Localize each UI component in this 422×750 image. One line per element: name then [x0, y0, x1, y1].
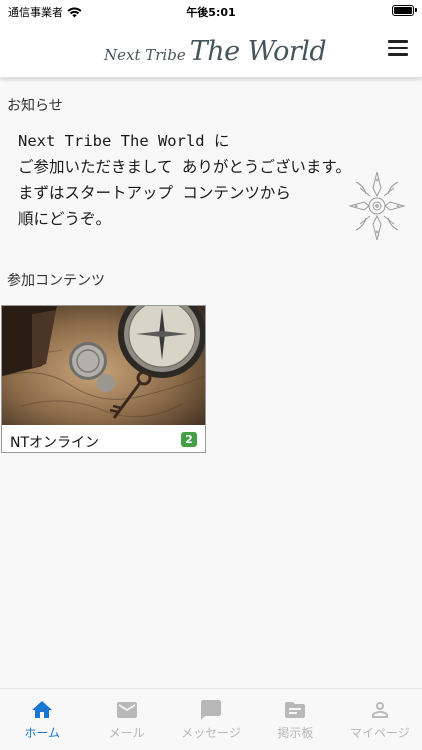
tab-home[interactable]: ホーム — [0, 689, 84, 750]
battery-icon — [392, 5, 417, 16]
tab-message[interactable]: メッセージ — [169, 689, 253, 750]
unread-count-badge: 2 — [181, 432, 197, 447]
card-thumbnail-image — [2, 306, 205, 425]
folder-icon — [285, 702, 306, 718]
mail-icon — [116, 702, 137, 718]
tab-mail-label: メール — [108, 726, 145, 740]
tab-board-label: 掲示板 — [277, 726, 314, 740]
message-icon — [201, 700, 222, 720]
notice-heading: お知らせ — [7, 98, 63, 114]
contents-heading: 参加コンテンツ — [7, 273, 105, 289]
hamburger-menu-icon[interactable] — [388, 40, 408, 56]
status-right — [392, 5, 417, 16]
tab-message-label: メッセージ — [181, 726, 241, 740]
tab-board[interactable]: 掲示板 — [253, 689, 337, 750]
card-title: NTオンライン — [10, 435, 100, 451]
status-bar: 通信事業者 午後5:01 — [0, 0, 422, 22]
tab-mail[interactable]: メール — [84, 689, 168, 750]
tab-home-label: ホーム — [24, 726, 61, 740]
app-logo: Next Tribe The World — [104, 32, 327, 68]
bottom-tab-bar: ホーム メール メッセージ 掲示板 マイページ — [0, 688, 422, 750]
logo-small-text: Next Tribe — [104, 46, 186, 64]
tab-mypage[interactable]: マイページ — [338, 689, 422, 750]
logo-big-text: The World — [189, 36, 327, 67]
app-header: Next Tribe The World — [0, 22, 422, 78]
ornament-decoration-icon — [348, 171, 406, 241]
content-card-nt-online[interactable]: NTオンライン 2 — [1, 305, 206, 453]
status-time: 午後5:01 — [186, 6, 236, 19]
person-icon — [371, 702, 388, 718]
tab-mypage-label: マイページ — [349, 726, 410, 740]
home-icon — [32, 701, 53, 718]
